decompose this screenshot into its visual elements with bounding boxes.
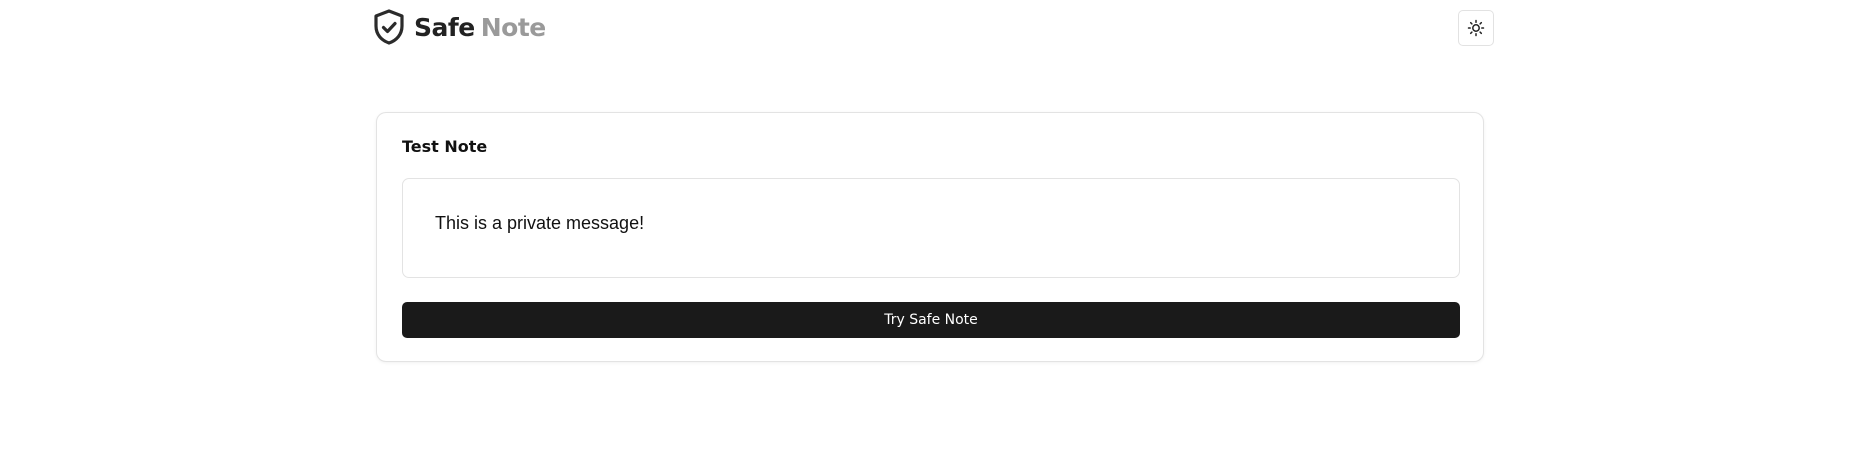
brand-name-primary: Safe xyxy=(414,12,475,42)
sun-icon xyxy=(1467,19,1485,37)
brand-name-secondary: Note xyxy=(480,12,547,42)
shield-check-icon xyxy=(374,9,404,45)
note-message-box: This is a private message! xyxy=(402,178,1460,278)
try-safe-note-button[interactable]: Try Safe Note xyxy=(402,302,1460,338)
note-card: Test Note This is a private message! Try… xyxy=(376,112,1484,362)
page: Safe Note Test Note This is a private me… xyxy=(0,0,1862,463)
note-message: This is a private message! xyxy=(435,213,645,233)
note-title: Test Note xyxy=(402,137,488,156)
brand-name: Safe Note xyxy=(414,15,546,40)
logo[interactable]: Safe Note xyxy=(372,9,546,45)
theme-toggle-button[interactable] xyxy=(1458,10,1494,46)
header: Safe Note xyxy=(370,0,1494,56)
